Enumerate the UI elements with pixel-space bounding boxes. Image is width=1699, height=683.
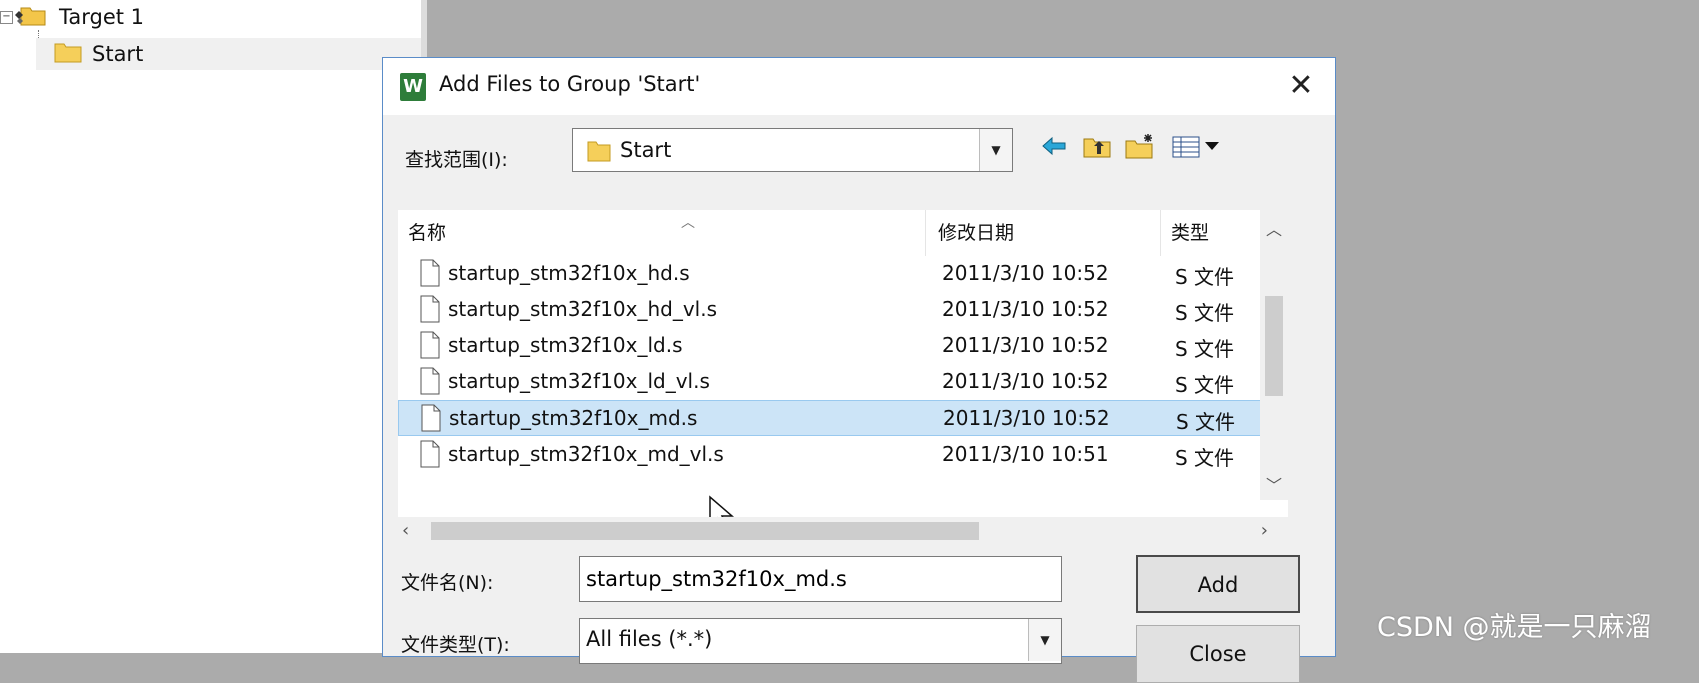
filetype-value: All files (*.*)	[586, 627, 713, 651]
file-icon	[421, 404, 441, 436]
table-row[interactable]: startup_stm32f10x_ld_vl.s 2011/3/10 10:5…	[398, 364, 1275, 400]
scroll-up-icon[interactable]: ︿	[1260, 216, 1288, 240]
look-in-dropdown[interactable]: Start ▼	[572, 128, 1013, 172]
tree-item-start-group[interactable]: Start	[36, 38, 421, 70]
chevron-down-icon[interactable]: ▼	[1028, 619, 1061, 661]
dialog-titlebar[interactable]: W Add Files to Group 'Start' ✕	[383, 58, 1335, 115]
file-name: startup_stm32f10x_hd.s	[448, 261, 690, 285]
table-row[interactable]: startup_stm32f10x_ld.s 2011/3/10 10:52 S…	[398, 328, 1275, 364]
add-files-dialog: W Add Files to Group 'Start' ✕ 查找范围(I): …	[382, 57, 1336, 683]
dialog-title: Add Files to Group 'Start'	[439, 72, 701, 96]
file-modified: 2011/3/10 10:52	[942, 369, 1109, 393]
file-name: startup_stm32f10x_md.s	[449, 406, 698, 430]
file-icon	[420, 440, 440, 472]
filename-label: 文件名(N):	[401, 572, 494, 594]
look-in-label: 查找范围(I):	[405, 149, 508, 171]
folder-icon	[586, 138, 612, 168]
filename-field[interactable]	[579, 556, 1062, 602]
folder-icon	[54, 41, 82, 68]
column-divider[interactable]	[925, 210, 926, 256]
file-name: startup_stm32f10x_ld.s	[448, 333, 683, 357]
chevron-down-icon[interactable]: ▼	[979, 129, 1012, 171]
table-row-selected[interactable]: startup_stm32f10x_md.s 2011/3/10 10:52 S…	[398, 400, 1275, 436]
look-in-value: Start	[620, 138, 672, 162]
column-divider[interactable]	[1160, 210, 1161, 256]
horizontal-scrollbar[interactable]: ‹ ›	[398, 517, 1288, 545]
file-icon	[420, 367, 440, 399]
tree-start-label: Start	[92, 42, 144, 66]
table-row[interactable]: startup_stm32f10x_md_vl.s 2011/3/10 10:5…	[398, 437, 1275, 473]
file-modified: 2011/3/10 10:52	[942, 261, 1109, 285]
table-row[interactable]: startup_stm32f10x_hd.s 2011/3/10 10:52 S…	[398, 256, 1275, 292]
new-folder-icon[interactable]	[1123, 130, 1159, 162]
file-modified: 2011/3/10 10:52	[943, 406, 1110, 430]
back-arrow-icon[interactable]	[1039, 130, 1069, 162]
filetype-dropdown[interactable]: All files (*.*) ▼	[579, 618, 1062, 664]
column-header-type[interactable]: 类型	[1171, 210, 1209, 256]
close-button[interactable]: Close	[1136, 625, 1300, 683]
collapse-toggle-icon[interactable]: −	[0, 10, 13, 24]
horizontal-scroll-thumb[interactable]	[431, 522, 979, 540]
file-icon	[420, 331, 440, 363]
file-icon	[420, 295, 440, 327]
up-folder-icon[interactable]	[1080, 130, 1114, 162]
sort-ascending-icon: ︿	[681, 215, 695, 231]
tree-item-target[interactable]: − Target 1	[0, 2, 144, 32]
column-header-name[interactable]: 名称	[408, 210, 446, 256]
file-list[interactable]: 名称 ︿ 修改日期 类型 startup_stm32f10x_hd.s 2011…	[398, 210, 1288, 545]
file-modified: 2011/3/10 10:51	[942, 442, 1109, 466]
file-icon	[420, 259, 440, 291]
scroll-down-icon[interactable]: ﹀	[1260, 472, 1288, 496]
close-icon[interactable]: ✕	[1281, 66, 1321, 106]
file-modified: 2011/3/10 10:52	[942, 297, 1109, 321]
file-name: startup_stm32f10x_md_vl.s	[448, 442, 724, 466]
file-modified: 2011/3/10 10:52	[942, 333, 1109, 357]
column-header-modified[interactable]: 修改日期	[938, 210, 1014, 256]
file-name: startup_stm32f10x_hd_vl.s	[448, 297, 718, 321]
watermark: CSDN @就是一只麻溜	[1377, 612, 1652, 643]
view-menu-icon[interactable]	[1169, 130, 1225, 162]
scroll-right-icon[interactable]: ›	[1261, 520, 1268, 541]
table-row[interactable]: startup_stm32f10x_hd_vl.s 2011/3/10 10:5…	[398, 292, 1275, 328]
tree-target-label: Target 1	[59, 5, 145, 29]
vertical-scroll-thumb[interactable]	[1265, 296, 1283, 396]
add-button[interactable]: Add	[1136, 555, 1300, 613]
scroll-left-icon[interactable]: ‹	[402, 520, 409, 541]
project-tree-panel: − Target 1 Start	[0, 0, 427, 653]
file-list-header: 名称 ︿ 修改日期 类型	[398, 210, 1288, 256]
keil-app-icon: W	[400, 73, 426, 101]
target-folder-icon	[15, 3, 49, 32]
vertical-scrollbar[interactable]: ︿ ﹀	[1260, 210, 1288, 500]
file-name: startup_stm32f10x_ld_vl.s	[448, 369, 710, 393]
